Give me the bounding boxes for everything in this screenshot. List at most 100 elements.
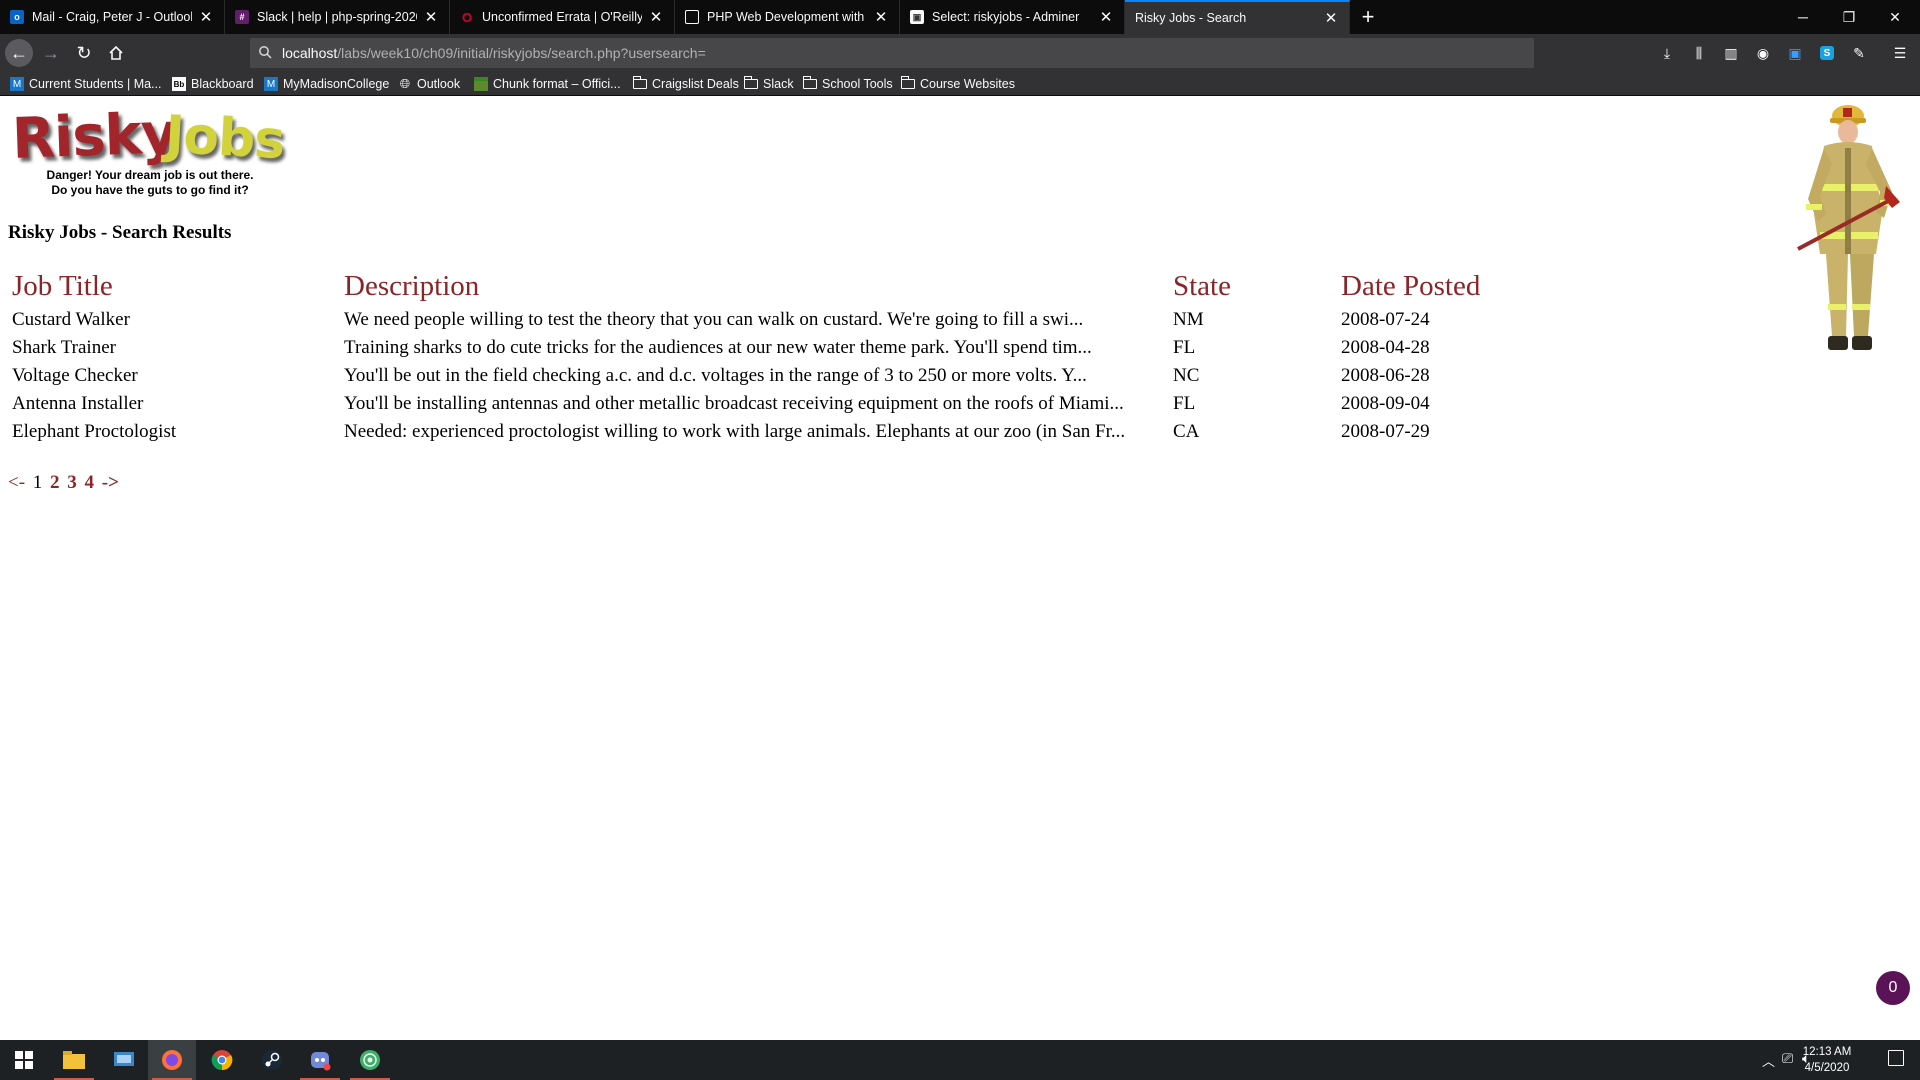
- skype-icon[interactable]: S: [1817, 43, 1837, 63]
- taskbar-steam[interactable]: [248, 1040, 296, 1080]
- start-button[interactable]: [0, 1040, 48, 1080]
- tab-adminer[interactable]: ▣ Select: riskyjobs - Adminer ✕: [900, 0, 1125, 34]
- close-icon[interactable]: ✕: [423, 8, 439, 26]
- minimize-button[interactable]: ─: [1780, 0, 1826, 34]
- tab-slack[interactable]: # Slack | help | php-spring-2020 ✕: [225, 0, 450, 34]
- minecraft-icon: [474, 77, 488, 91]
- bookmark-folder-slack[interactable]: Slack: [743, 75, 794, 93]
- slack-icon: #: [235, 10, 249, 24]
- college-icon: M: [10, 77, 24, 91]
- folder-icon: [743, 76, 758, 91]
- taskbar-clock[interactable]: 12:13 AM 4/5/2020: [1792, 1044, 1862, 1076]
- pagination-next-link[interactable]: ->: [102, 472, 119, 493]
- extension-badge-icon[interactable]: ▣: [1785, 43, 1805, 63]
- arrow-right-icon: →: [42, 42, 60, 63]
- close-icon[interactable]: ✕: [1098, 8, 1114, 26]
- description-cell: We need people willing to test the theor…: [344, 309, 1084, 330]
- address-bar[interactable]: localhost/labs/week10/ch09/initial/risky…: [250, 38, 1534, 68]
- tab-title: Risky Jobs - Search: [1135, 11, 1247, 25]
- pagination: <- 1 2 3 4 ->: [8, 472, 122, 494]
- menu-icon[interactable]: ☰: [1890, 43, 1910, 63]
- table-row: Shark Trainer Training sharks to do cute…: [12, 335, 1480, 361]
- column-header-state[interactable]: State: [1173, 268, 1337, 305]
- tab-risky-jobs[interactable]: Risky Jobs - Search ✕: [1125, 0, 1350, 34]
- table-row: Voltage Checker You'll be out in the fie…: [12, 363, 1480, 389]
- back-button[interactable]: ←: [5, 39, 33, 67]
- logo-word-risky: Risky: [10, 101, 178, 172]
- notification-badge[interactable]: 0: [1876, 971, 1910, 1005]
- download-icon[interactable]: ⤓: [1657, 43, 1677, 63]
- close-icon[interactable]: ✕: [648, 8, 664, 26]
- bookmark-chunk-format[interactable]: Chunk format – Offici...: [474, 75, 621, 93]
- folder-icon: [900, 76, 915, 91]
- bookmark-mymadisoncollege[interactable]: M MyMadisonCollege: [264, 75, 389, 93]
- reload-icon: ↻: [76, 42, 92, 63]
- college-icon: M: [264, 77, 278, 91]
- job-title-cell: Custard Walker: [12, 309, 130, 330]
- taskbar-tor-app[interactable]: [346, 1040, 394, 1080]
- navigation-toolbar: ← → ↻ localhost/labs/week10/ch09/initial…: [0, 34, 1920, 72]
- close-icon[interactable]: ✕: [198, 8, 214, 26]
- pagination-page-link[interactable]: 3: [67, 472, 77, 493]
- bookmark-folder-course-websites[interactable]: Course Websites: [900, 75, 1015, 93]
- date-posted-cell: 2008-06-28: [1341, 365, 1430, 386]
- pen-icon[interactable]: ✎: [1849, 43, 1869, 63]
- taskbar-chrome[interactable]: [198, 1040, 246, 1080]
- close-icon[interactable]: ✕: [1323, 9, 1339, 27]
- tab-oreilly[interactable]: O Unconfirmed Errata | O'Reilly M ✕: [450, 0, 675, 34]
- restore-button[interactable]: ❐: [1826, 0, 1872, 34]
- bookmark-blackboard[interactable]: Bb Blackboard: [172, 75, 254, 93]
- home-icon: [109, 45, 123, 60]
- taskbar-discord[interactable]: [296, 1040, 344, 1080]
- bookmark-folder-school-tools[interactable]: School Tools: [802, 75, 893, 93]
- taskbar-control-panel[interactable]: [100, 1040, 148, 1080]
- search-icon: [258, 45, 274, 62]
- tab-php-web-dev[interactable]: PHP Web Development with M ✕: [675, 0, 900, 34]
- steam-icon: [262, 1050, 282, 1070]
- fireman-image: [1797, 105, 1900, 350]
- close-icon[interactable]: ✕: [873, 8, 889, 26]
- state-cell: NM: [1173, 309, 1204, 330]
- logo-word-jobs: Jobs: [163, 104, 286, 172]
- new-tab-button[interactable]: +: [1356, 0, 1380, 34]
- column-header-job-title[interactable]: Job Title: [12, 268, 340, 305]
- chevron-up-icon[interactable]: ︿: [1762, 1051, 1775, 1070]
- pagination-prev: <-: [8, 472, 26, 493]
- folder-icon: [632, 76, 647, 91]
- job-title-cell: Elephant Proctologist: [12, 421, 177, 442]
- date-posted-cell: 2008-09-04: [1341, 393, 1430, 414]
- taskbar-firefox[interactable]: [148, 1040, 196, 1080]
- app-icon: [360, 1050, 380, 1070]
- close-window-button[interactable]: ✕: [1872, 0, 1918, 34]
- page-icon: [685, 10, 699, 24]
- forward-button[interactable]: →: [37, 39, 65, 67]
- pagination-page-link[interactable]: 2: [50, 472, 60, 493]
- column-header-description[interactable]: Description: [344, 268, 1169, 305]
- state-cell: NC: [1173, 365, 1200, 386]
- bookmarks-toolbar: M Current Students | Ma... Bb Blackboard…: [0, 72, 1920, 96]
- table-row: Elephant Proctologist Needed: experience…: [12, 419, 1480, 445]
- reload-button[interactable]: ↻: [70, 39, 98, 67]
- description-cell: You'll be out in the field checking a.c.…: [344, 365, 1087, 386]
- folder-icon: [802, 76, 817, 91]
- bookmark-folder-craigslist[interactable]: Craigslist Deals: [632, 75, 739, 93]
- description-cell: Needed: experienced proctologist willing…: [344, 421, 1126, 442]
- tab-title: Unconfirmed Errata | O'Reilly M: [482, 10, 642, 24]
- library-icon[interactable]: ⫼: [1689, 43, 1709, 63]
- pagination-page-link[interactable]: 4: [85, 472, 95, 493]
- account-icon[interactable]: ◉: [1753, 43, 1773, 63]
- action-center-icon[interactable]: [1888, 1050, 1904, 1066]
- bookmark-outlook[interactable]: 🌐︎ Outlook: [398, 75, 460, 93]
- column-header-date-posted[interactable]: Date Posted: [1341, 268, 1480, 305]
- outlook-icon: o: [10, 10, 24, 24]
- tab-outlook[interactable]: o Mail - Craig, Peter J - Outlook ✕: [0, 0, 225, 34]
- taskbar-file-explorer[interactable]: [50, 1040, 98, 1080]
- home-button[interactable]: [102, 39, 130, 67]
- job-title-cell: Shark Trainer: [12, 337, 116, 358]
- arrow-left-icon: ←: [10, 42, 28, 63]
- chrome-icon: [211, 1050, 233, 1071]
- date-posted-cell: 2008-07-29: [1341, 421, 1430, 442]
- bookmark-current-students[interactable]: M Current Students | Ma...: [10, 75, 161, 93]
- discord-icon: [311, 1052, 331, 1071]
- sidebar-icon[interactable]: ▥: [1721, 43, 1741, 63]
